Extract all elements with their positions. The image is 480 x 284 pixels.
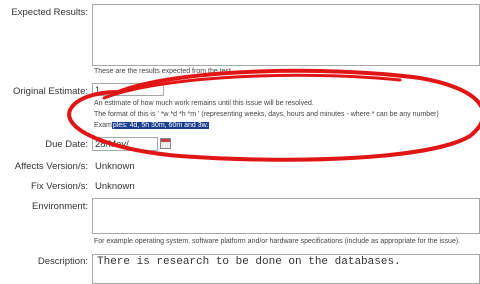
hint-line3-prefix: Exam xyxy=(94,122,112,129)
expected-results-hint: These are the results expected from the … xyxy=(94,68,233,75)
fix-versions-value: Unknown xyxy=(95,181,135,192)
original-estimate-input[interactable]: 1 xyxy=(92,83,164,96)
due-date-input[interactable]: 28/May/ xyxy=(92,137,158,151)
expected-results-label: Expected Results: xyxy=(11,7,88,18)
fix-versions-label: Fix Version/s: xyxy=(30,181,88,192)
environment-label: Environment: xyxy=(32,201,88,212)
original-estimate-hint-line3: Examples: 4d, 5h 30m, 60m and 3w. xyxy=(94,122,210,129)
affects-versions-label: Affects Version/s: xyxy=(14,161,88,172)
expected-results-textarea[interactable] xyxy=(92,4,480,66)
original-estimate-hint-line1: An estimate of how much work remains unt… xyxy=(94,100,314,107)
description-label: Description: xyxy=(37,256,88,267)
description-textarea[interactable]: There is research to be done on the data… xyxy=(92,254,480,284)
due-date-label: Due Date: xyxy=(45,139,88,150)
affects-versions-value: Unknown xyxy=(95,161,135,172)
environment-textarea[interactable] xyxy=(92,198,480,234)
original-estimate-label: Original Estimate: xyxy=(13,86,88,97)
calendar-icon[interactable] xyxy=(160,138,171,149)
selected-text-highlight: ples: 4d, 5h 30m, 60m and 3w. xyxy=(111,122,210,129)
environment-hint: For example operating system, software p… xyxy=(94,238,461,245)
original-estimate-hint-line2: The format of this is ' *w *d *h *m ' (r… xyxy=(94,111,439,118)
